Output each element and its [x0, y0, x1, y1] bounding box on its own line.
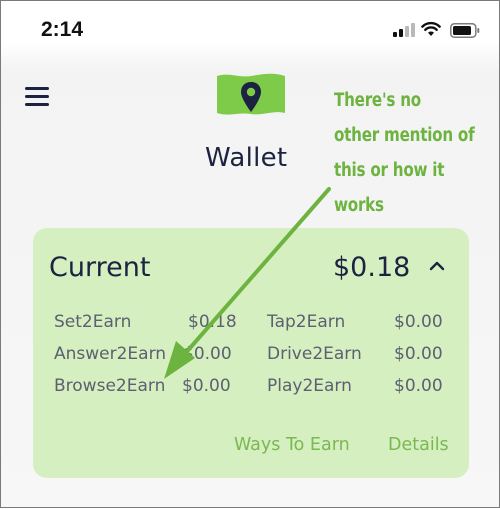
status-bar: 2:14: [1, 1, 500, 63]
earn-value-drive2earn: $0.00: [394, 344, 443, 364]
page-title: Wallet: [205, 143, 288, 173]
earn-value-tap2earn: $0.00: [394, 312, 443, 332]
earn-value-answer2earn: $0.00: [183, 344, 232, 364]
annotation-line: other mention of: [334, 125, 475, 146]
wifi-icon: [421, 21, 441, 36]
signal-icon: [393, 23, 415, 37]
ways-to-earn-link[interactable]: Ways To Earn: [234, 435, 350, 455]
annotation-line: this or how it: [334, 160, 445, 181]
location-pin-icon: [217, 73, 285, 115]
earn-label-browse2earn: Browse2Earn: [54, 376, 166, 396]
earn-label-play2earn: Play2Earn: [267, 376, 352, 396]
earn-value-set2earn: $0.18: [188, 312, 237, 332]
earn-label-drive2earn: Drive2Earn: [267, 344, 362, 364]
earn-value-browse2earn: $0.00: [182, 376, 231, 396]
chevron-up-icon[interactable]: [429, 260, 445, 271]
annotation-note: There's no other mention of this or how …: [334, 83, 475, 223]
annotation-line: There's no: [334, 90, 421, 111]
earn-label-set2earn: Set2Earn: [54, 312, 132, 332]
app-screen: 2:14 Wallet There's no other mention of …: [0, 0, 500, 508]
annotation-line: works: [334, 195, 384, 216]
status-time: 2:14: [41, 18, 84, 41]
card-title: Current: [49, 252, 151, 283]
earn-value-play2earn: $0.00: [394, 376, 443, 396]
details-link[interactable]: Details: [388, 435, 449, 455]
menu-icon[interactable]: [25, 87, 51, 107]
earn-label-answer2earn: Answer2Earn: [54, 344, 167, 364]
earn-label-tap2earn: Tap2Earn: [267, 312, 346, 332]
card-total: $0.18: [333, 252, 411, 283]
battery-icon: [450, 23, 480, 38]
wallet-card: Current $0.18 Set2Earn $0.18 Tap2Earn $0…: [33, 228, 469, 478]
